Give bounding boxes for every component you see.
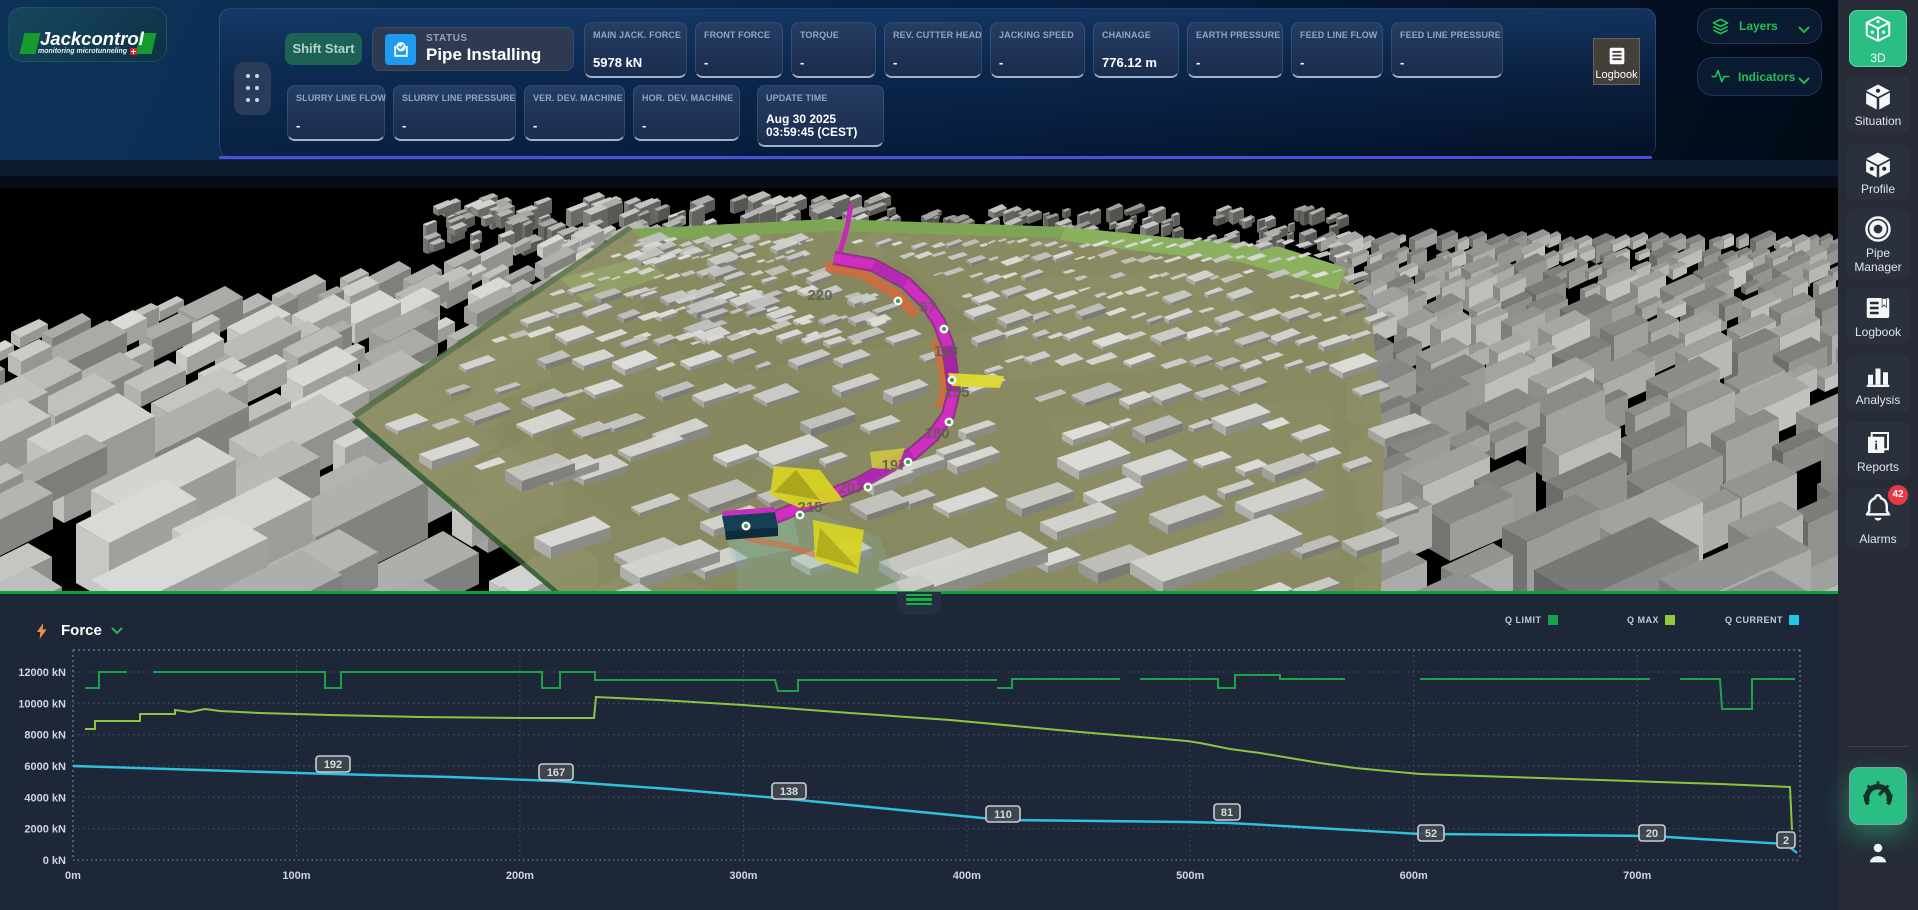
svg-text:20: 20 <box>1646 828 1658 840</box>
svg-text:180: 180 <box>924 425 949 442</box>
svg-text:118: 118 <box>934 343 958 360</box>
svg-text:8000 kN: 8000 kN <box>24 730 66 742</box>
svg-text:81: 81 <box>1221 807 1233 819</box>
svg-text:220: 220 <box>807 287 832 304</box>
svg-text:400m: 400m <box>953 870 981 882</box>
svg-text:500m: 500m <box>1176 870 1204 882</box>
svg-text:300m: 300m <box>729 870 757 882</box>
svg-text:200m: 200m <box>506 870 534 882</box>
svg-text:i: i <box>1874 438 1878 452</box>
svg-text:0m: 0m <box>65 870 81 882</box>
svg-text:600m: 600m <box>1400 870 1428 882</box>
svg-text:52: 52 <box>1425 828 1437 840</box>
svg-text:0 kN: 0 kN <box>43 855 66 867</box>
svg-text:6000 kN: 6000 kN <box>24 761 66 773</box>
svg-text:155: 155 <box>944 384 969 401</box>
svg-text:4000 kN: 4000 kN <box>24 792 66 804</box>
svg-text:138: 138 <box>780 786 798 798</box>
svg-text:2000 kN: 2000 kN <box>24 824 66 836</box>
svg-text:192: 192 <box>324 759 342 771</box>
svg-text:12000 kN: 12000 kN <box>18 667 66 679</box>
svg-text:110: 110 <box>994 809 1012 821</box>
svg-text:207: 207 <box>838 480 863 497</box>
svg-text:10000 kN: 10000 kN <box>18 698 66 710</box>
svg-text:700m: 700m <box>1623 870 1651 882</box>
svg-text:57: 57 <box>920 299 937 316</box>
svg-text:100m: 100m <box>282 870 310 882</box>
svg-text:167: 167 <box>547 767 565 779</box>
svg-text:197: 197 <box>881 457 906 474</box>
svg-text:2: 2 <box>1783 835 1789 847</box>
